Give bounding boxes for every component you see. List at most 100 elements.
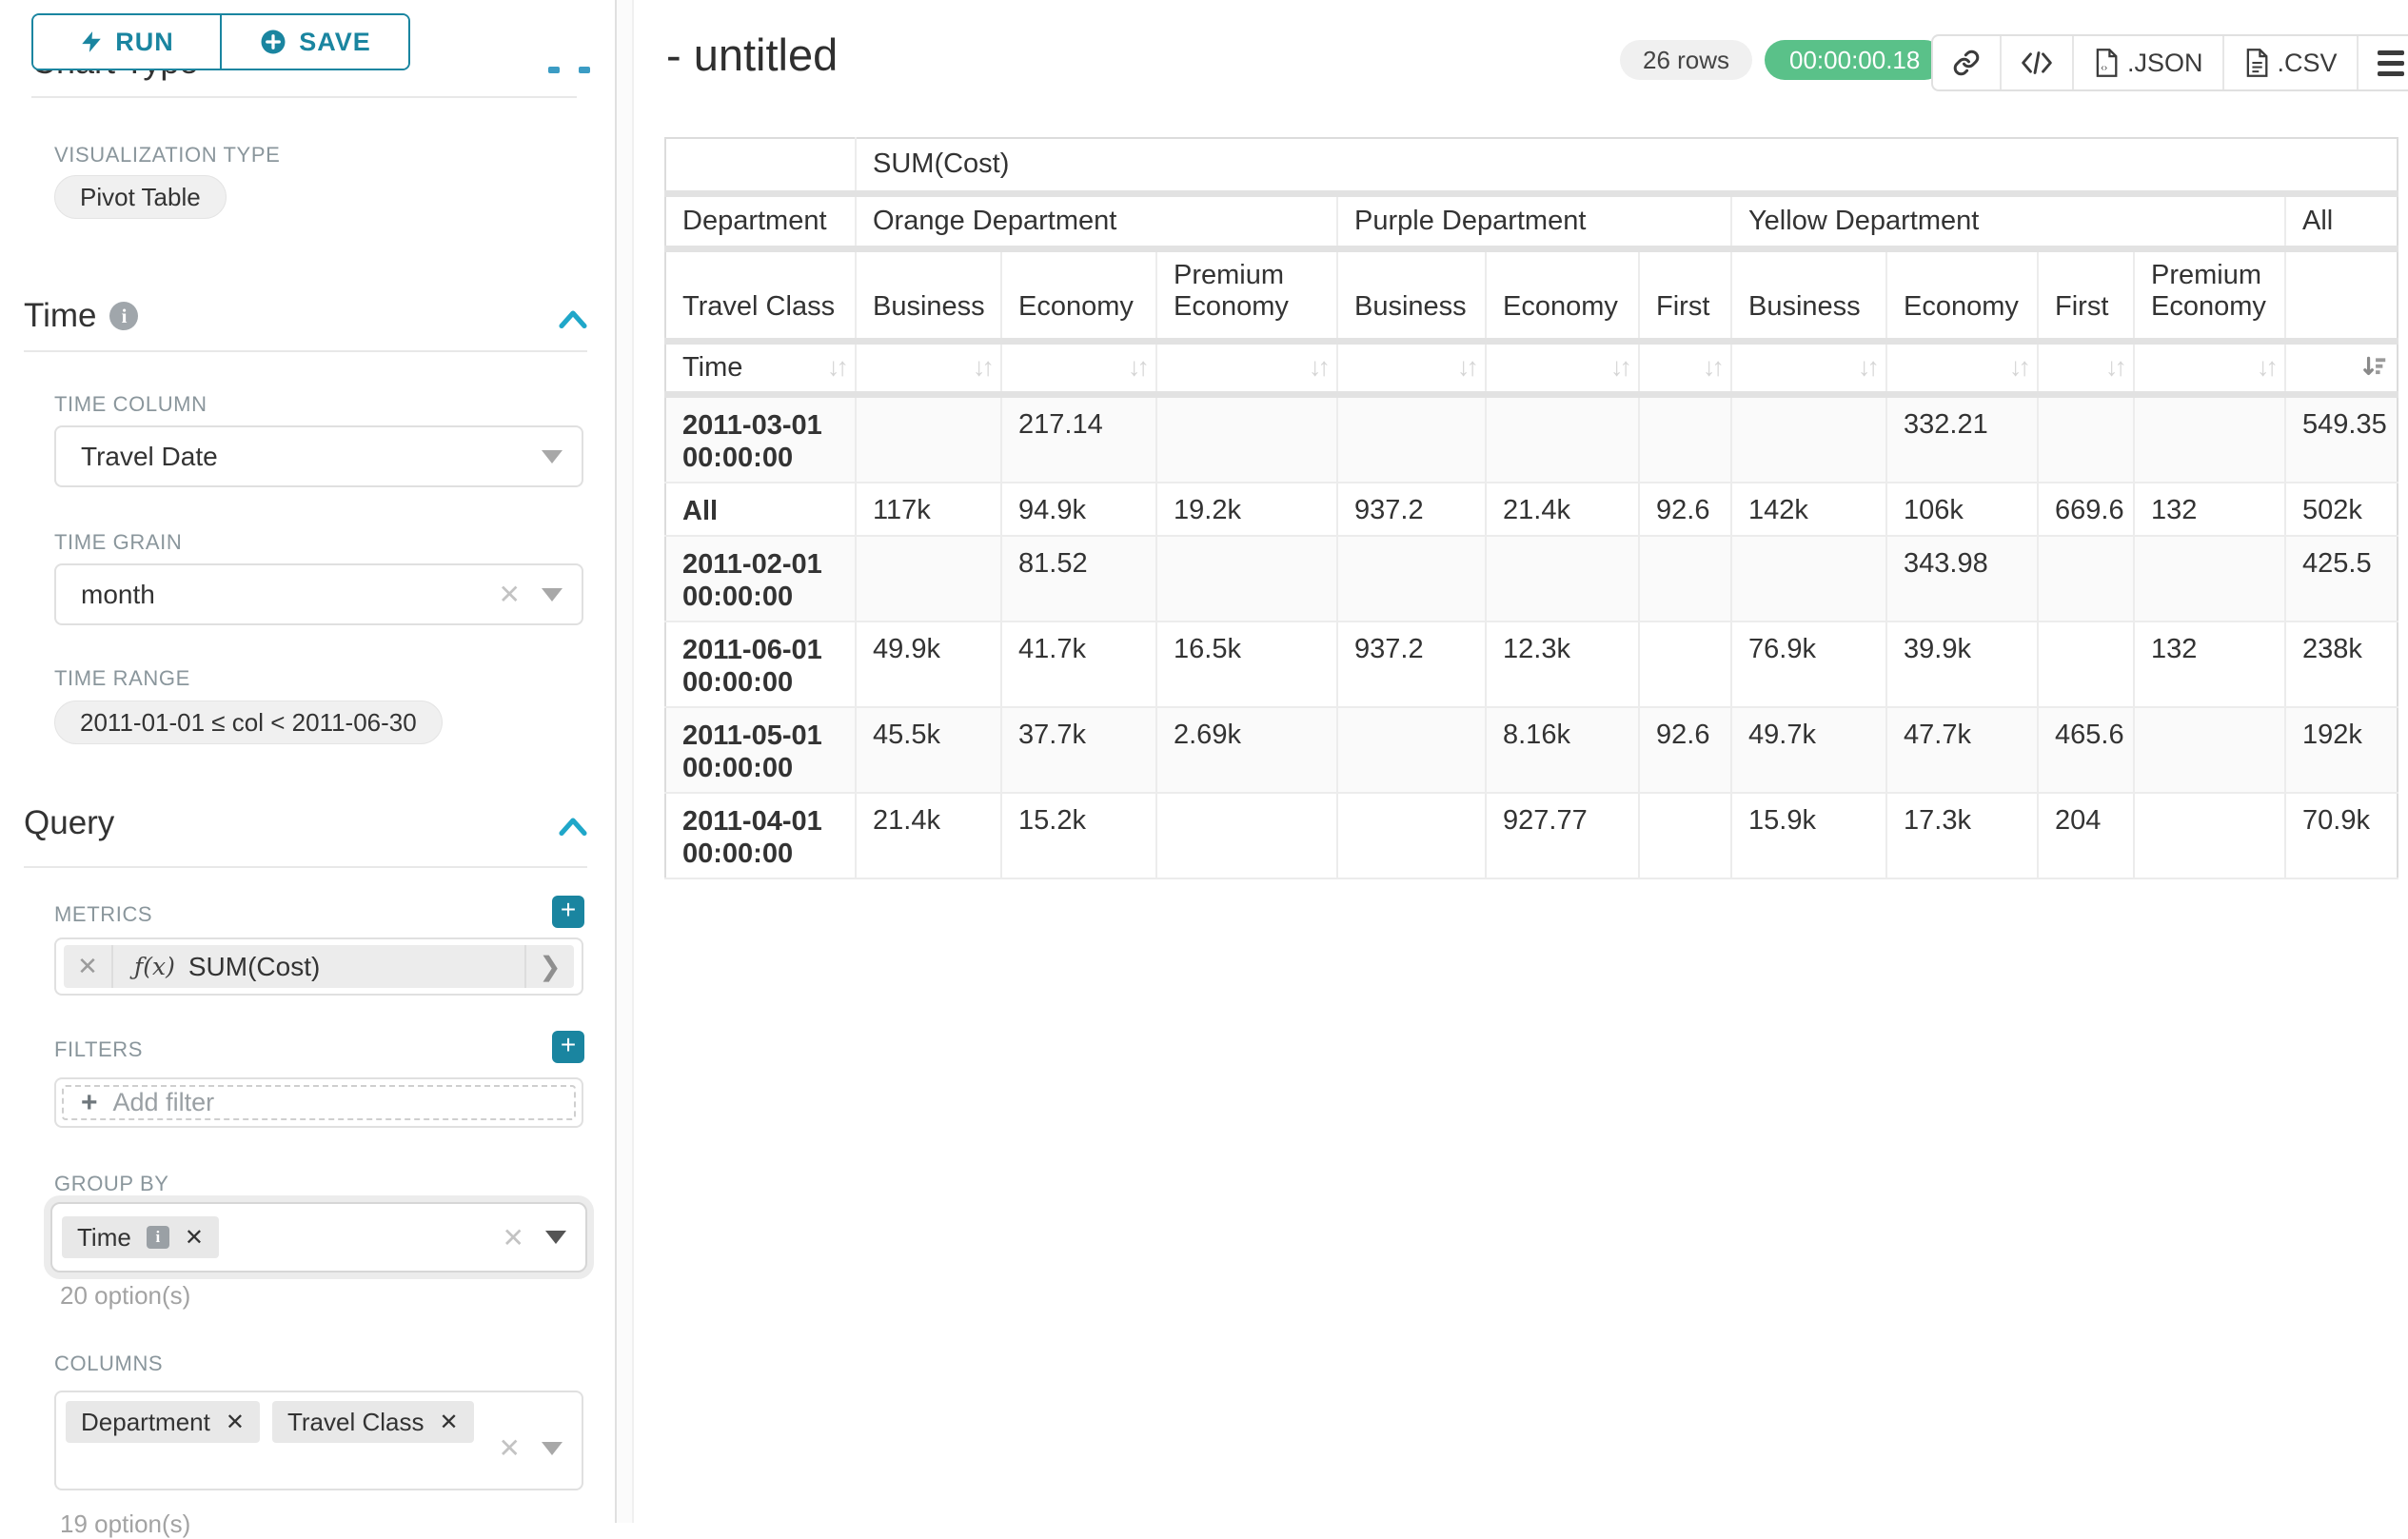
caret-down-icon[interactable]: [545, 1231, 566, 1244]
time-range-pill[interactable]: 2011-01-01 ≤ col < 2011-06-30: [54, 700, 443, 744]
sort-cell[interactable]: ↓↑: [2134, 341, 2285, 394]
value-cell: 132: [2134, 622, 2285, 707]
menu-button[interactable]: [2359, 36, 2408, 89]
add-metric-button[interactable]: +: [552, 896, 584, 928]
sort-icon[interactable]: ↓↑: [1128, 353, 1146, 383]
csv-button-label: .CSV: [2278, 49, 2338, 78]
copy-link-button[interactable]: [1933, 36, 2002, 89]
value-cell: 17.3k: [1886, 793, 2038, 878]
group-by-chip-time[interactable]: Time i ✕: [62, 1216, 219, 1258]
sort-cell[interactable]: ↓↑: [1731, 341, 1886, 394]
sort-cell[interactable]: ↓↑: [1001, 341, 1156, 394]
value-cell: 2.69k: [1156, 707, 1337, 793]
sort-cell[interactable]: ↓↑: [1337, 341, 1486, 394]
run-button-label: RUN: [115, 28, 174, 57]
value-cell: [1639, 536, 1731, 622]
sort-icon[interactable]: ↓↑: [1457, 353, 1475, 383]
remove-chip-icon[interactable]: ✕: [185, 1224, 204, 1252]
remove-chip-icon[interactable]: ✕: [439, 1409, 458, 1436]
clear-icon[interactable]: ✕: [499, 579, 521, 610]
columns-select[interactable]: Department ✕ Travel Class ✕ ✕: [54, 1391, 583, 1490]
value-cell: 12.3k: [1486, 622, 1639, 707]
columns-chip-travel-class[interactable]: Travel Class ✕: [272, 1401, 474, 1443]
sort-icon[interactable]: ↓↑: [1309, 353, 1327, 383]
sort-descending-icon[interactable]: [2360, 353, 2389, 382]
add-filter-button[interactable]: + Add filter: [62, 1085, 576, 1120]
value-cell: [1731, 394, 1886, 483]
caret-down-icon[interactable]: [542, 450, 563, 464]
chevron-up-icon[interactable]: [556, 812, 590, 840]
sort-icon[interactable]: ↓↑: [1858, 353, 1876, 383]
value-cell: [1486, 536, 1639, 622]
time-column-value: Travel Date: [81, 442, 218, 472]
value-cell: [856, 536, 1001, 622]
pivot-table: SUM(Cost)DepartmentOrange DepartmentPurp…: [664, 137, 2398, 879]
value-cell: 192k: [2285, 707, 2398, 793]
query-section-header[interactable]: Query: [24, 804, 114, 842]
chart-title[interactable]: - untitled: [666, 29, 838, 81]
visualization-type-pill[interactable]: Pivot Table: [54, 175, 227, 219]
sort-cell[interactable]: [2285, 341, 2398, 394]
remove-chip-icon[interactable]: ✕: [226, 1409, 245, 1436]
row-header: 2011-03-01 00:00:00: [665, 394, 856, 483]
group-by-options-note: 20 option(s): [60, 1281, 190, 1311]
group-by-select[interactable]: Time i ✕ ✕: [50, 1202, 587, 1273]
time-sort-cell[interactable]: Time↓↑: [665, 341, 856, 394]
value-cell: 49.7k: [1731, 707, 1886, 793]
value-cell: [1337, 536, 1486, 622]
time-section-header[interactable]: Time i: [24, 297, 138, 335]
caret-down-icon[interactable]: [542, 588, 563, 602]
department-header-row: DepartmentOrange DepartmentPurple Depart…: [665, 193, 2398, 248]
sort-cell[interactable]: ↓↑: [1639, 341, 1731, 394]
value-cell: [1337, 707, 1486, 793]
time-grain-select[interactable]: month ✕: [54, 563, 583, 625]
row-header: 2011-05-01 00:00:00: [665, 707, 856, 793]
group-header-purple-department: Purple Department: [1337, 193, 1731, 248]
sort-cell[interactable]: ↓↑: [1486, 341, 1639, 394]
clear-icon[interactable]: ✕: [499, 1432, 521, 1464]
time-column-select[interactable]: Travel Date: [54, 425, 583, 487]
value-cell: 21.4k: [856, 793, 1001, 878]
subcolumn-header: Premium Economy: [1156, 248, 1337, 341]
sort-cell[interactable]: ↓↑: [856, 341, 1001, 394]
panel-resize-handle[interactable]: [615, 0, 634, 1523]
value-cell: 132: [2134, 483, 2285, 536]
sort-cell[interactable]: ↓↑: [2038, 341, 2134, 394]
value-cell: 45.5k: [856, 707, 1001, 793]
columns-chip-department[interactable]: Department ✕: [66, 1401, 260, 1443]
sort-icon[interactable]: ↓↑: [2257, 353, 2275, 383]
add-filter-plus-button[interactable]: +: [552, 1031, 584, 1063]
sort-icon[interactable]: ↓↑: [2009, 353, 2027, 383]
value-cell: [1639, 622, 1731, 707]
sort-icon[interactable]: ↓↑: [1610, 353, 1628, 383]
embed-code-button[interactable]: [2002, 36, 2074, 89]
metric-chip[interactable]: ✕ ƒ(x) SUM(Cost) ❯: [64, 945, 574, 988]
sort-icon[interactable]: ↓↑: [1703, 353, 1721, 383]
group-header-yellow-department: Yellow Department: [1731, 193, 2285, 248]
sort-icon[interactable]: ↓↑: [827, 353, 845, 383]
download-csv-button[interactable]: .CSV: [2224, 36, 2359, 89]
chevron-right-icon[interactable]: ❯: [524, 945, 574, 988]
sort-icon[interactable]: ↓↑: [2105, 353, 2123, 383]
group-header-all: All: [2285, 193, 2398, 248]
chevron-up-icon[interactable]: [556, 305, 590, 333]
clear-icon[interactable]: ✕: [503, 1222, 524, 1253]
value-cell: 15.2k: [1001, 793, 1156, 878]
download-json-button[interactable]: ‹› .JSON: [2074, 36, 2224, 89]
sort-icon[interactable]: ↓↑: [973, 353, 991, 383]
value-cell: [2134, 793, 2285, 878]
department-corner-cell: Department: [665, 193, 856, 248]
table-row: 2011-05-01 00:00:0045.5k37.7k2.69k8.16k9…: [665, 707, 2398, 793]
time-grain-value: month: [81, 580, 155, 610]
sort-cell[interactable]: ↓↑: [1886, 341, 2038, 394]
sort-cell[interactable]: ↓↑: [1156, 341, 1337, 394]
subcolumn-header: [2285, 248, 2398, 341]
table-row: 2011-03-01 00:00:00217.14332.21549.35: [665, 394, 2398, 483]
value-cell: 76.9k: [1731, 622, 1886, 707]
run-button[interactable]: RUN: [33, 15, 222, 69]
caret-down-icon[interactable]: [542, 1442, 563, 1455]
value-cell: [2134, 536, 2285, 622]
save-button[interactable]: SAVE: [222, 15, 408, 69]
remove-metric-icon[interactable]: ✕: [64, 945, 113, 988]
value-cell: 15.9k: [1731, 793, 1886, 878]
